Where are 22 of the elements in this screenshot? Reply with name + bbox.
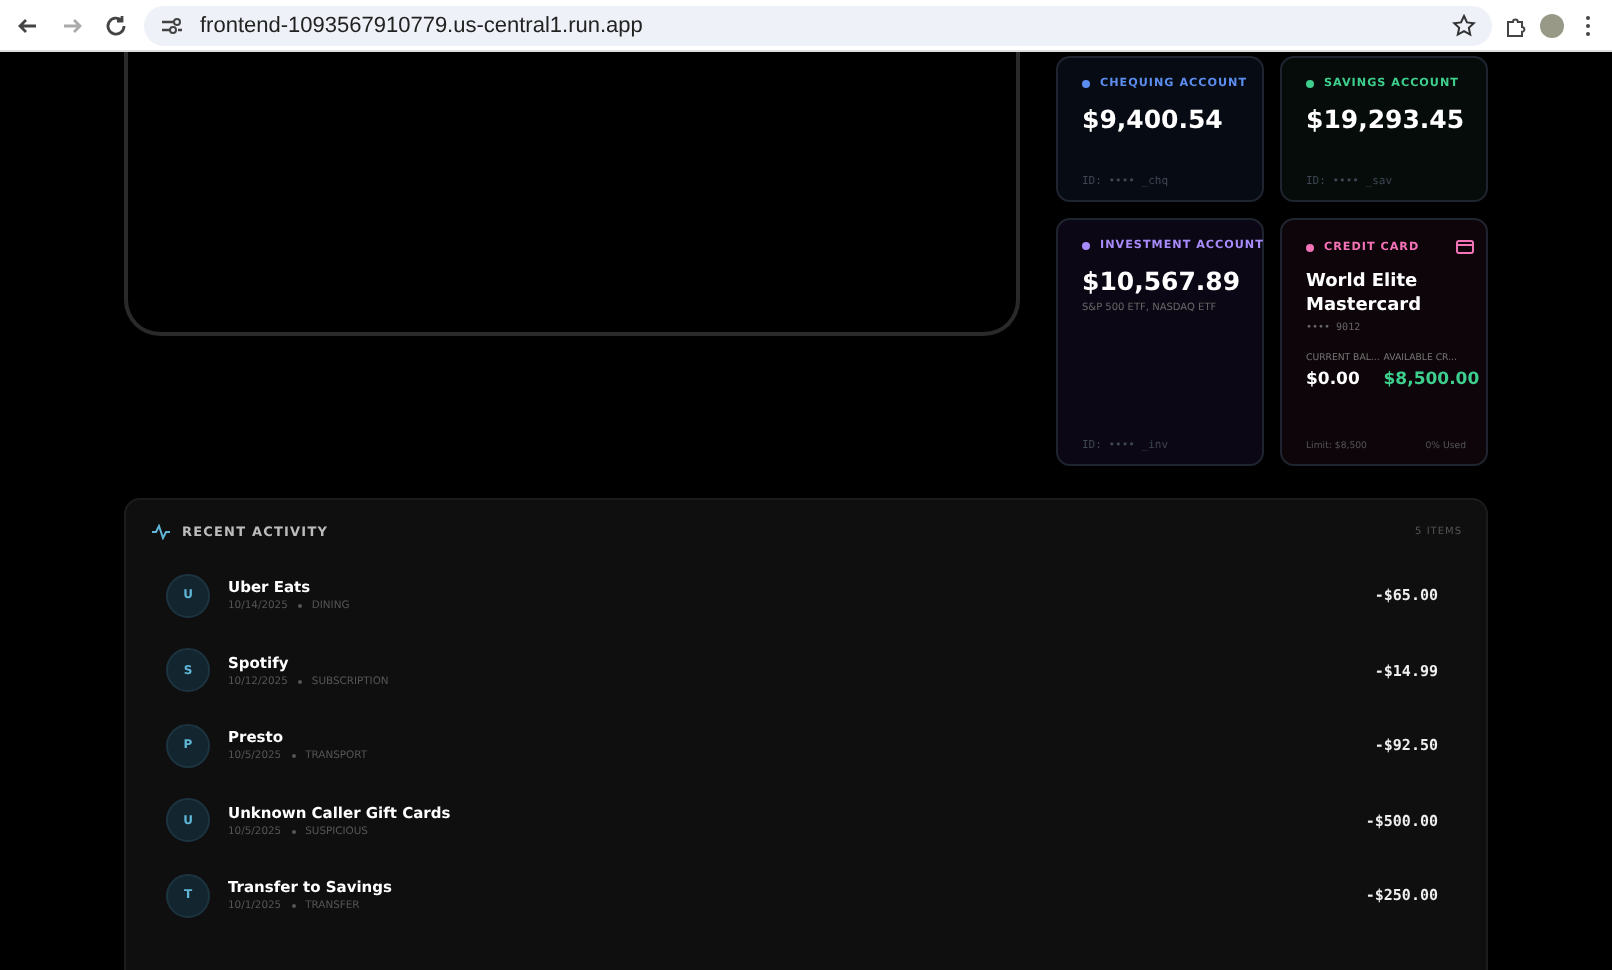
activity-icon	[152, 524, 170, 540]
separator-dot	[291, 829, 296, 834]
extensions-icon[interactable]	[1504, 13, 1528, 37]
balance-value: $19,293.45	[1306, 104, 1467, 134]
separator-dot	[297, 604, 302, 609]
separator-dot	[291, 754, 296, 759]
available-value: $8,500.00	[1383, 370, 1474, 391]
credit-card-icon	[1456, 240, 1474, 254]
separator-dot	[291, 904, 296, 909]
url-text: frontend-1093567910779.us-central1.run.app	[200, 13, 645, 37]
back-arrow-icon	[16, 13, 40, 37]
balance-value: $10,567.89	[1082, 266, 1243, 296]
profile-avatar[interactable]	[1540, 13, 1564, 37]
balance-value: $9,400.54	[1082, 104, 1225, 134]
card-name: World Elite Mastercard	[1306, 272, 1424, 319]
address-bar[interactable]: frontend-1093567910779.us-central1.run.app	[144, 5, 1492, 45]
site-settings-icon[interactable]	[160, 13, 184, 37]
balance-value: $0.00	[1306, 370, 1362, 391]
separator-dot	[297, 679, 302, 684]
forward-arrow-icon	[60, 13, 84, 37]
star-icon[interactable]	[1452, 13, 1476, 37]
reload-icon	[104, 13, 128, 37]
